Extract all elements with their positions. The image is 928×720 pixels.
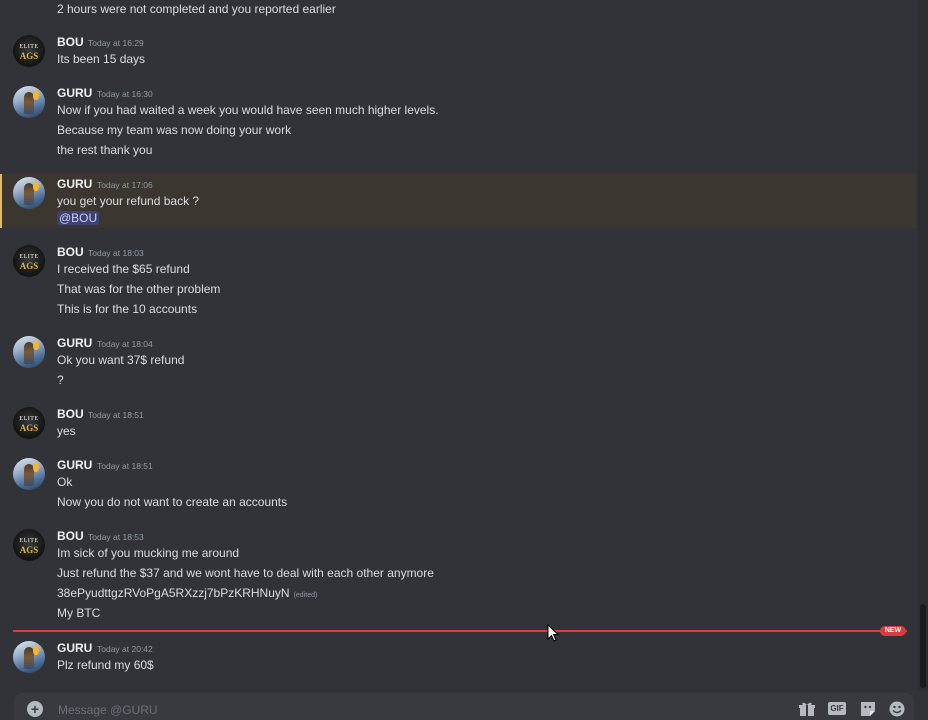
timestamp: Today at 18:51 bbox=[97, 461, 153, 471]
message-group: ELITE AGS BOU Today at 18:51 yes bbox=[0, 406, 916, 444]
message-line: I received the $65 refund bbox=[57, 262, 190, 276]
gif-icon[interactable]: GIF bbox=[828, 702, 846, 715]
avatar-logo-text: AGS bbox=[19, 51, 39, 61]
message-line: My BTC bbox=[57, 606, 101, 620]
message-line: Ok bbox=[57, 475, 73, 489]
message-line: Because my team was now doing your work bbox=[57, 123, 292, 137]
avatar[interactable] bbox=[13, 86, 45, 118]
author-name[interactable]: BOU bbox=[57, 407, 84, 421]
btc-address: 38ePyudttgzRVoPgA5RXzzj7bPzKRHNuyN bbox=[57, 586, 290, 600]
message-line: 38ePyudttgzRVoPgA5RXzzj7bPzKRHNuyN (edite… bbox=[57, 586, 317, 603]
message-group: ELITE AGS BOU Today at 18:53 Im sick of … bbox=[0, 528, 916, 626]
message-line: This is for the 10 accounts bbox=[57, 302, 198, 316]
message-line: Now you do not want to create an account… bbox=[57, 495, 288, 509]
timestamp: Today at 18:53 bbox=[88, 532, 144, 542]
message-line: Ok you want 37$ refund bbox=[57, 353, 185, 367]
avatar[interactable] bbox=[13, 641, 45, 673]
avatar[interactable] bbox=[13, 177, 45, 209]
timestamp: Today at 16:29 bbox=[88, 38, 144, 48]
avatar-flame bbox=[33, 645, 39, 655]
mouse-cursor-icon bbox=[547, 624, 560, 642]
message-line: yes bbox=[57, 424, 76, 438]
message-line: That was for the other problem bbox=[57, 282, 221, 296]
message-line: ? bbox=[57, 373, 64, 387]
author-name[interactable]: BOU bbox=[57, 245, 84, 259]
message-line: Im sick of you mucking me around bbox=[57, 546, 240, 560]
timestamp: Today at 18:03 bbox=[88, 248, 144, 258]
avatar-logo-text: AGS bbox=[19, 261, 39, 271]
author-name[interactable]: GURU bbox=[57, 86, 92, 100]
timestamp: Today at 17:06 bbox=[97, 180, 153, 190]
message-line: Now if you had waited a week you would h… bbox=[57, 103, 439, 117]
sticker-icon[interactable] bbox=[859, 701, 877, 717]
add-icon[interactable]: + bbox=[27, 701, 43, 717]
author-name[interactable]: GURU bbox=[57, 458, 92, 472]
user-mention[interactable]: @BOU bbox=[57, 211, 100, 225]
avatar-logo-text: ELITE bbox=[19, 538, 39, 544]
edited-label: (edited) bbox=[293, 592, 318, 599]
avatar-logo-text: AGS bbox=[19, 423, 39, 433]
avatar-logo-text: ELITE bbox=[19, 44, 39, 50]
avatar[interactable]: ELITE AGS bbox=[13, 529, 45, 561]
new-messages-divider bbox=[13, 630, 907, 632]
message-line: you get your refund back ? bbox=[57, 194, 200, 208]
author-name[interactable]: GURU bbox=[57, 336, 92, 350]
timestamp: Today at 20:42 bbox=[97, 644, 153, 654]
avatar-logo-text: AGS bbox=[19, 545, 39, 555]
author-name[interactable]: GURU bbox=[57, 641, 92, 655]
avatar-flame bbox=[33, 462, 39, 472]
message-line: Plz refund my 60$ bbox=[57, 658, 154, 672]
avatar[interactable] bbox=[13, 336, 45, 368]
message-line: @BOU bbox=[57, 211, 100, 225]
message-group: GURU Today at 16:30 Now if you had waite… bbox=[0, 85, 916, 165]
timestamp: Today at 18:51 bbox=[88, 410, 144, 420]
message-line: the rest thank you bbox=[57, 143, 153, 157]
emoji-icon[interactable] bbox=[888, 701, 906, 717]
avatar-flame bbox=[33, 340, 39, 350]
message-group: GURU Today at 18:51 Ok Now you do not wa… bbox=[0, 457, 916, 515]
message-group: ELITE AGS BOU Today at 18:03 I received … bbox=[0, 244, 916, 322]
message-line: Just refund the $37 and we wont have to … bbox=[57, 566, 434, 580]
avatar-logo-text: ELITE bbox=[19, 254, 39, 260]
new-badge: NEW bbox=[880, 626, 906, 636]
scrollbar[interactable] bbox=[918, 0, 928, 690]
avatar-logo-text: ELITE bbox=[19, 416, 39, 422]
message-list: 2 hours were not completed and you repor… bbox=[0, 0, 916, 690]
avatar[interactable]: ELITE AGS bbox=[13, 407, 45, 439]
avatar[interactable] bbox=[13, 458, 45, 490]
message-group: GURU Today at 20:42 Plz refund my 60$ bbox=[0, 640, 916, 680]
message-input[interactable] bbox=[56, 701, 660, 719]
avatar-flame bbox=[33, 181, 39, 191]
message-line: Its been 15 days bbox=[57, 52, 146, 66]
message-group: GURU Today at 18:04 Ok you want 37$ refu… bbox=[0, 335, 916, 393]
gift-icon[interactable] bbox=[798, 701, 816, 717]
timestamp: Today at 18:04 bbox=[97, 339, 153, 349]
author-name[interactable]: GURU bbox=[57, 177, 92, 191]
message-composer: + GIF bbox=[14, 693, 914, 720]
scrollbar-thumb[interactable] bbox=[920, 604, 926, 688]
author-name[interactable]: BOU bbox=[57, 35, 84, 49]
message-line: 2 hours were not completed and you repor… bbox=[57, 2, 336, 16]
message-group: ELITE AGS BOU Today at 16:29 Its been 15… bbox=[0, 34, 916, 74]
avatar-flame bbox=[33, 90, 39, 100]
message-group-mentioned: GURU Today at 17:06 you get your refund … bbox=[0, 174, 916, 228]
author-name[interactable]: BOU bbox=[57, 529, 84, 543]
avatar[interactable]: ELITE AGS bbox=[13, 245, 45, 277]
timestamp: Today at 16:30 bbox=[97, 89, 153, 99]
avatar[interactable]: ELITE AGS bbox=[13, 35, 45, 67]
